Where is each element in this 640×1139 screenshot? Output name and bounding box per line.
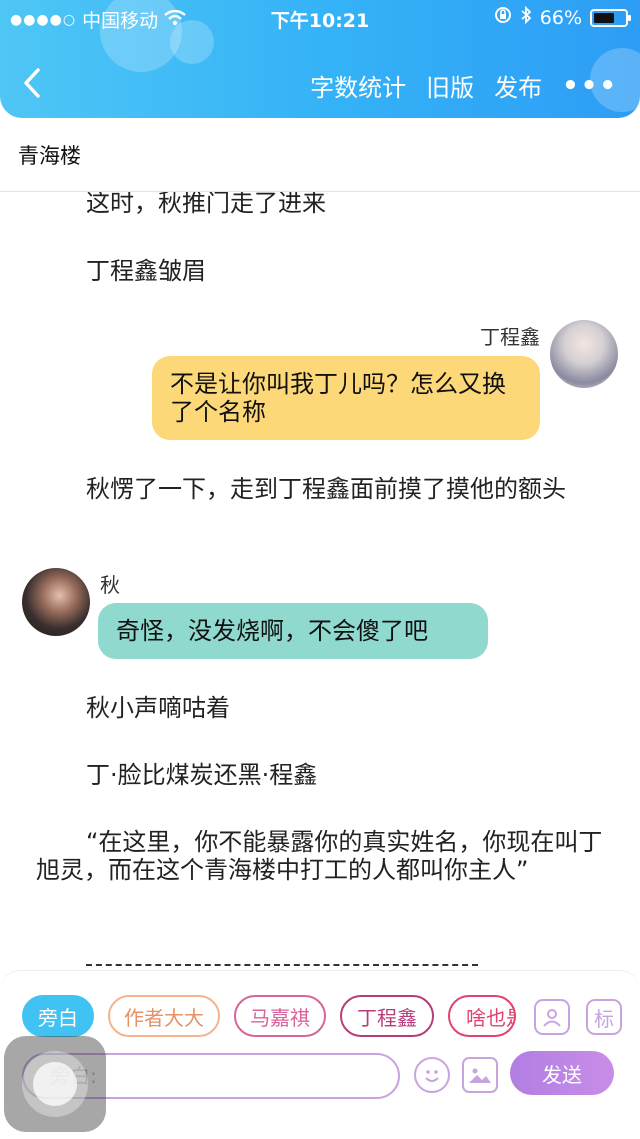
person-card-icon[interactable] xyxy=(534,999,570,1035)
role-chip-author[interactable]: 作者大大 xyxy=(108,995,220,1037)
narration-paragraph: 秋愣了一下，走到丁程鑫面前摸了摸他的额头 xyxy=(86,475,566,503)
bluetooth-icon xyxy=(520,5,532,29)
status-right: 66% xyxy=(494,5,631,29)
avatar[interactable] xyxy=(22,568,90,636)
narration-paragraph: 丁程鑫皱眉 xyxy=(86,257,206,285)
chat-bubble[interactable]: 奇怪，没发烧啊，不会傻了吧 xyxy=(98,603,488,659)
avatar[interactable] xyxy=(550,320,618,388)
send-button[interactable]: 发送 xyxy=(510,1051,614,1095)
narration-paragraph: 这时，秋推门走了进来 xyxy=(86,192,326,217)
publish-button[interactable]: 发布 xyxy=(494,68,542,103)
battery-icon xyxy=(590,8,631,27)
nav-bar: 字数统计 旧版 发布 ••• xyxy=(0,60,640,106)
narration-paragraph: 丁·脸比煤炭还黑·程鑫 xyxy=(86,761,318,789)
image-icon[interactable] xyxy=(462,1057,498,1093)
smiley-icon[interactable] xyxy=(414,1057,450,1093)
speaker-name: 秋 xyxy=(100,573,120,597)
role-chip-misc[interactable]: 啥也是 xyxy=(448,995,516,1037)
old-version-button[interactable]: 旧版 xyxy=(426,68,474,103)
role-chip-narrator[interactable]: 旁白 xyxy=(22,995,94,1037)
role-chips: 旁白 作者大大 马嘉祺 丁程鑫 啥也是 xyxy=(22,995,516,1037)
nav-actions: 字数统计 旧版 发布 ••• xyxy=(310,68,618,103)
status-bar: ●●●●○ 中国移动 下午10:21 66% xyxy=(0,5,640,32)
header-bar: ●●●●○ 中国移动 下午10:21 66% 字数统计 旧版 发布 ••• xyxy=(0,0,640,118)
more-dots-icon[interactable]: ••• xyxy=(562,71,618,101)
word-count-button[interactable]: 字数统计 xyxy=(310,68,406,103)
chapter-title-bar: 青海楼 xyxy=(0,118,640,192)
speaker-name: 丁程鑫 xyxy=(480,325,540,349)
battery-level xyxy=(594,12,614,23)
tag-button[interactable]: 标 xyxy=(586,999,622,1035)
chapter-title[interactable]: 青海楼 xyxy=(18,140,81,170)
orientation-lock-icon xyxy=(494,6,512,29)
chevron-left-icon xyxy=(24,68,40,98)
story-content[interactable]: 这时，秋推门走了进来 丁程鑫皱眉 丁程鑫 不是让你叫我丁儿吗？怎么又换了个名称 … xyxy=(0,192,640,970)
chat-bubble[interactable]: 不是让你叫我丁儿吗？怎么又换了个名称 xyxy=(152,356,540,440)
narration-paragraph: “在这里，你不能暴露你的真实姓名，你现在叫丁旭灵，而在这个青海楼中打工的人都叫你… xyxy=(36,828,603,884)
battery-percent: 66% xyxy=(539,6,582,29)
assistive-touch-button[interactable] xyxy=(4,1036,106,1132)
role-chip-ding[interactable]: 丁程鑫 xyxy=(340,995,434,1037)
role-chip-ma[interactable]: 马嘉祺 xyxy=(234,995,326,1037)
divider xyxy=(86,964,478,966)
back-button[interactable] xyxy=(22,66,42,106)
narration-paragraph: 秋小声嘀咕着 xyxy=(86,694,230,722)
